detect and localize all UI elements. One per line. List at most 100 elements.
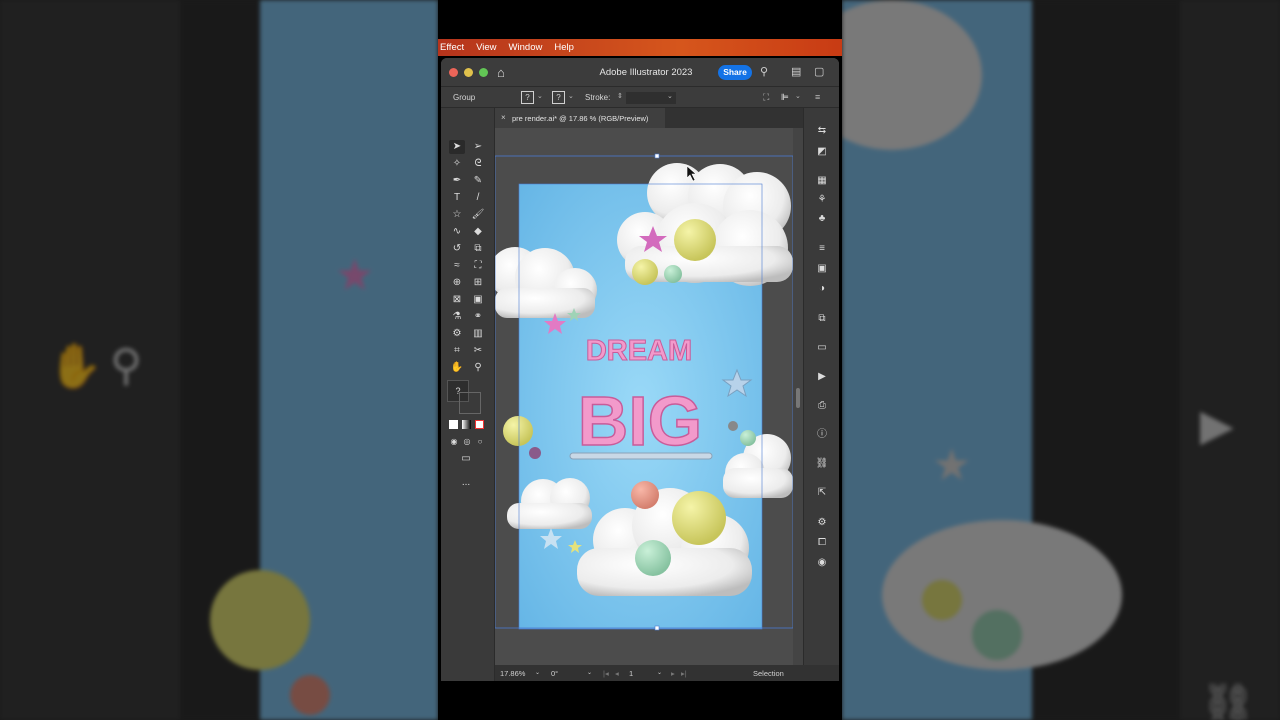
artboard-tool[interactable]: ⌗ [449,344,465,358]
headline-dream: DREAM [586,335,692,367]
search-icon[interactable]: ⚲ [760,65,768,78]
paintbrush-tool[interactable]: 🖌 [470,208,486,222]
pen-tool[interactable]: ✒ [449,174,465,188]
stroke-swatch[interactable]: ? [552,91,565,104]
rotation-value[interactable]: 0° [551,669,558,678]
ball-yellow-small [632,259,658,285]
stroke-weight-dropdown-icon[interactable]: ⌄ [667,92,673,100]
shaper-tool[interactable]: ∿ [449,225,465,239]
actions-icon[interactable]: ▶ [815,370,829,384]
warp-tool[interactable]: ≈ [449,259,465,273]
stroke-color-box[interactable] [459,392,481,414]
artboard-dropdown-icon[interactable]: ⌄ [657,669,662,676]
selection-type-label: Group [453,93,476,102]
minimize-window-button[interactable] [464,68,473,77]
align-icon[interactable]: ⊫ [781,92,789,103]
next-artboard-icon[interactable]: ▸ [671,669,675,678]
canvas-area[interactable]: DREAM BIG [495,128,793,665]
ball-green-right [740,430,756,446]
none-mode-icon[interactable] [475,420,484,429]
control-menu-icon[interactable]: ≡ [815,92,820,102]
direct-selection-tool[interactable]: ➢ [470,140,486,154]
zoom-tool[interactable]: ⚲ [470,361,486,375]
asset-export-icon[interactable]: ⎙ [815,399,829,413]
gradient-panel-icon[interactable]: ▣ [815,262,829,276]
transparency-icon[interactable]: ◉ [815,556,829,570]
mesh-tool[interactable]: ⊠ [449,293,465,307]
magic-wand-tool[interactable]: ✧ [449,157,465,171]
layers-icon[interactable]: ⧉ [815,312,829,326]
last-artboard-icon[interactable]: ▸| [681,669,687,678]
vertical-scrollbar[interactable] [793,128,803,665]
document-tab[interactable]: × pre render.ai* @ 17.86 % (RGB/Preview) [495,108,665,128]
eraser-tool[interactable]: ◆ [470,225,486,239]
gradient-mode-icon[interactable] [462,420,471,429]
perspective-grid-tool[interactable]: ⊞ [470,276,486,290]
align-dropdown-icon[interactable]: ⌄ [795,92,801,100]
graphic-styles-icon[interactable]: ⚙ [815,516,829,530]
close-tab-icon[interactable]: × [501,113,506,122]
mac-menu-bar: Effect View Window Help [438,39,842,56]
menu-window[interactable]: Window [509,42,543,53]
transform-icon[interactable]: ⛶ [763,92,769,103]
first-artboard-icon[interactable]: |◂ [603,669,609,678]
arrange-documents-icon[interactable]: ▤ [791,65,801,78]
gradient-tool[interactable]: ▣ [470,293,486,307]
links-icon[interactable]: ⛓ [815,457,829,471]
close-window-button[interactable] [449,68,458,77]
edit-toolbar-button[interactable]: ... [458,476,474,490]
rotate-tool[interactable]: ↺ [449,242,465,256]
line-tool[interactable]: / [470,191,486,205]
libraries-icon[interactable]: ◩ [815,145,829,159]
stroke-weight-stepper-icon[interactable]: ⇕ [617,92,623,100]
eyedropper-tool[interactable]: ⚗ [449,310,465,324]
current-tool-status[interactable]: Selection [753,669,784,678]
panel-dock: ⇆ ◩ ▦ ⚘ ♣ ≡ ▣ ◑ ⧉ ▭ ▶ ⎙ ⓘ ⛓ ⇱ ⚙ ⧠ ◉ [803,108,839,681]
symbols-icon[interactable]: ♣ [815,212,829,226]
comments-icon[interactable]: ▭ [815,341,829,355]
fill-dropdown-icon[interactable]: ⌄ [537,92,543,100]
hand-tool[interactable]: ✋ [449,361,465,375]
screen-mode-icon[interactable]: ▭ [458,452,474,466]
artboards-panel-icon[interactable]: ⧠ [815,536,829,550]
lasso-tool[interactable]: ᘓ [470,157,486,171]
stroke-dropdown-icon[interactable]: ⌄ [568,92,574,100]
home-icon[interactable]: ⌂ [497,65,505,80]
swatches-icon[interactable]: ▦ [815,174,829,188]
title-bar: ⌂ Adobe Illustrator 2023 Share ⚲ ▤ ▢ [441,58,839,86]
info-icon[interactable]: ⓘ [815,428,829,442]
fill-swatch[interactable]: ? [521,91,534,104]
zoom-level[interactable]: 17.86% [500,669,525,678]
free-transform-tool[interactable]: ⛶ [470,259,486,273]
zoom-dropdown-icon[interactable]: ⌄ [535,669,540,676]
appearance-icon[interactable]: ◑ [815,282,829,296]
blend-tool[interactable]: ⚭ [470,310,486,324]
slice-tool[interactable]: ✂ [470,344,486,358]
rotation-dropdown-icon[interactable]: ⌄ [587,669,592,676]
app-title: Adobe Illustrator 2023 [599,67,693,78]
previous-artboard-icon[interactable]: ◂ [615,669,619,678]
brushes-icon[interactable]: ⚘ [815,193,829,207]
symbol-sprayer-tool[interactable]: ⚙ [449,327,465,341]
draw-inside-icon[interactable]: ○ [472,435,488,449]
shape-builder-tool[interactable]: ⊕ [449,276,465,290]
share-button[interactable]: Share [718,65,752,80]
type-tool[interactable]: T [449,191,465,205]
color-mode-icon[interactable] [449,420,458,429]
properties-icon[interactable]: ⇆ [815,124,829,138]
stroke-panel-icon[interactable]: ≡ [815,242,829,256]
menu-view[interactable]: View [476,42,496,53]
menu-effect[interactable]: Effect [440,42,464,53]
column-graph-tool[interactable]: ▥ [470,327,486,341]
menu-help[interactable]: Help [554,42,574,53]
zoom-window-button[interactable] [479,68,488,77]
video-frame: ★ ✋ ⚲ ★ ▶ ⛓ Effect View Window Help ⌂ Ad… [0,0,1280,720]
ball-green-bottom [635,540,671,576]
star-tool[interactable]: ☆ [449,208,465,222]
workspace-switcher-icon[interactable]: ▢ [814,65,824,78]
artboard-number[interactable]: 1 [629,669,633,678]
export-icon[interactable]: ⇱ [815,486,829,500]
curvature-tool[interactable]: ✎ [470,174,486,188]
selection-tool[interactable]: ➤ [449,140,465,154]
scale-tool[interactable]: ⧉ [470,242,486,256]
